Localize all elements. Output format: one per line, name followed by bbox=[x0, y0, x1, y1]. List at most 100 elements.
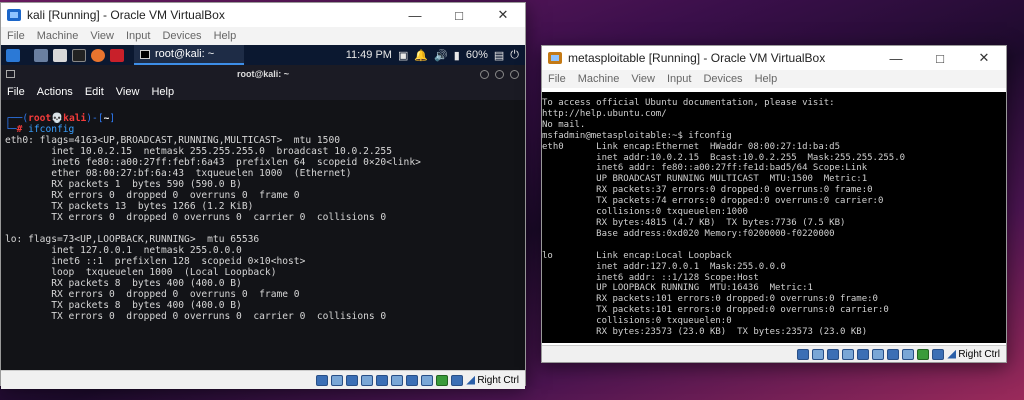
term-menu-file[interactable]: File bbox=[1, 86, 31, 98]
terminal-line: eth0 Link encap:Ethernet HWaddr 08:00:27… bbox=[542, 141, 841, 152]
menu-file[interactable]: File bbox=[542, 73, 572, 85]
term-menu-view[interactable]: View bbox=[110, 86, 146, 98]
terminal-minimize-icon[interactable] bbox=[480, 69, 489, 79]
terminal-line: No mail. bbox=[542, 119, 586, 130]
term-menu-help[interactable]: Help bbox=[145, 86, 180, 98]
virtualbox-icon bbox=[7, 9, 21, 21]
host-key-arrow-icon bbox=[466, 375, 476, 385]
terminal-line: RX errors 0 dropped 0 overruns 0 frame 0 bbox=[5, 190, 300, 201]
menu-devices[interactable]: Devices bbox=[156, 30, 207, 42]
cpu-icon[interactable] bbox=[436, 374, 449, 386]
display-status-icon[interactable] bbox=[406, 374, 419, 386]
shared-folder-icon[interactable] bbox=[391, 374, 404, 386]
meta-titlebar[interactable]: metasploitable [Running] - Oracle VM Vir… bbox=[542, 46, 1006, 70]
mouse-integration-icon[interactable] bbox=[932, 348, 945, 360]
kali-vm-window[interactable]: kali [Running] - Oracle VM VirtualBox — … bbox=[0, 2, 526, 389]
host-key[interactable]: Right Ctrl bbox=[466, 375, 519, 386]
menu-input[interactable]: Input bbox=[661, 73, 697, 85]
menu-view[interactable]: View bbox=[625, 73, 661, 85]
minimize-icon[interactable]: — bbox=[393, 3, 437, 27]
host-key[interactable]: Right Ctrl bbox=[947, 349, 1000, 360]
terminal-menubar: File Actions Edit View Help bbox=[1, 83, 525, 100]
terminal-close-icon[interactable] bbox=[510, 69, 519, 79]
terminal-line: inet6 addr: ::1/128 Scope:Host bbox=[542, 272, 759, 283]
close-icon[interactable]: ✕ bbox=[962, 46, 1006, 70]
menu-machine[interactable]: Machine bbox=[31, 30, 85, 42]
kali-menu-icon[interactable] bbox=[6, 48, 20, 62]
terminal-line: lo Link encap:Local Loopback bbox=[542, 250, 732, 261]
usb-icon[interactable] bbox=[376, 374, 389, 386]
recording-icon[interactable] bbox=[902, 348, 915, 360]
optical-icon[interactable] bbox=[331, 374, 344, 386]
app-icon[interactable] bbox=[110, 48, 124, 62]
terminal-line: http://help.ubuntu.com/ bbox=[542, 108, 667, 119]
volume-icon[interactable]: 🔊 bbox=[434, 49, 448, 62]
power-icon[interactable]: ⏻ bbox=[510, 49, 519, 62]
meta-output-lines: To access official Ubuntu documentation,… bbox=[542, 98, 1006, 343]
maximize-icon[interactable]: □ bbox=[918, 46, 962, 70]
terminal-line: RX errors 0 dropped 0 overruns 0 frame 0 bbox=[5, 289, 300, 300]
file-manager-icon[interactable] bbox=[53, 48, 67, 62]
menu-file[interactable]: File bbox=[1, 30, 31, 42]
audio-icon[interactable] bbox=[827, 348, 840, 360]
optical-icon[interactable] bbox=[812, 348, 825, 360]
menu-input[interactable]: Input bbox=[120, 30, 156, 42]
metasploitable-vm-window[interactable]: metasploitable [Running] - Oracle VM Vir… bbox=[541, 45, 1007, 363]
display-icon[interactable]: ▣ bbox=[398, 49, 408, 62]
terminal-line: UP BROADCAST RUNNING MULTICAST MTU:1500 … bbox=[542, 174, 868, 185]
term-menu-edit[interactable]: Edit bbox=[79, 86, 110, 98]
kali-titlebar[interactable]: kali [Running] - Oracle VM VirtualBox — … bbox=[1, 3, 525, 27]
terminal-line: TX errors 0 dropped 0 overruns 0 carrier… bbox=[5, 212, 387, 223]
terminal-line: RX packets 1 bytes 590 (590.0 B) bbox=[5, 179, 242, 190]
terminal-line: collisions:0 txqueuelen:0 bbox=[542, 316, 732, 327]
browser-icon[interactable] bbox=[91, 48, 105, 62]
kali-statusbar: Right Ctrl bbox=[1, 370, 525, 389]
terminal-header[interactable]: root@kali: ~ bbox=[1, 65, 525, 83]
terminal-line: inet6 ::1 prefixlen 128 scopeid 0×10<hos… bbox=[5, 256, 306, 267]
network-icon[interactable] bbox=[361, 374, 374, 386]
kali-terminal-output[interactable]: ┌──(root💀kali)-[~] └─# ifconfig eth0: flag… bbox=[1, 100, 525, 370]
notification-icon[interactable]: 🔔 bbox=[414, 49, 428, 62]
terminal-line: inet addr:10.0.2.15 Bcast:10.0.2.255 Mas… bbox=[542, 152, 906, 163]
network-icon[interactable] bbox=[842, 348, 855, 360]
meta-window-title: metasploitable [Running] - Oracle VM Vir… bbox=[568, 51, 826, 65]
usb-icon[interactable] bbox=[857, 348, 870, 360]
menu-machine[interactable]: Machine bbox=[572, 73, 626, 85]
prompt-line-1: ┌──(root💀kali)-[~] bbox=[5, 113, 116, 124]
mouse-integration-icon[interactable] bbox=[451, 374, 464, 386]
shared-folder-icon[interactable] bbox=[872, 348, 885, 360]
terminal-line: msfadmin@metasploitable:~$ ifconfig bbox=[542, 130, 732, 141]
taskbar-terminal-tab[interactable]: root@kali: ~ bbox=[134, 45, 245, 65]
lock-icon[interactable]: ▤ bbox=[494, 49, 504, 62]
terminal-line: ether 08:00:27:bf:6a:43 txqueuelen 1000 … bbox=[5, 168, 352, 179]
maximize-icon[interactable]: □ bbox=[437, 3, 481, 27]
display-status-icon[interactable] bbox=[887, 348, 900, 360]
hdd-icon[interactable] bbox=[316, 374, 329, 386]
terminal-line: RX bytes:23573 (23.0 KB) TX bytes:23573 … bbox=[542, 327, 868, 338]
terminal-launch-icon[interactable] bbox=[72, 48, 86, 62]
cpu-icon[interactable] bbox=[917, 348, 930, 360]
close-icon[interactable]: ✕ bbox=[481, 3, 525, 27]
term-menu-actions[interactable]: Actions bbox=[31, 86, 79, 98]
terminal-line: eth0: flags=4163<UP,BROADCAST,RUNNING,MU… bbox=[5, 135, 341, 146]
menu-help[interactable]: Help bbox=[749, 73, 784, 85]
hdd-icon[interactable] bbox=[797, 348, 810, 360]
terminal-line: inet6 fe80::a00:27ff:febf:6a43 prefixlen… bbox=[5, 157, 421, 168]
recording-icon[interactable] bbox=[421, 374, 434, 386]
terminal-line: To access official Ubuntu documentation,… bbox=[542, 98, 835, 108]
terminal-line: inet 10.0.2.15 netmask 255.255.255.0 bro… bbox=[5, 146, 392, 157]
workspace-icon[interactable] bbox=[34, 48, 48, 62]
menu-devices[interactable]: Devices bbox=[697, 73, 748, 85]
menu-view[interactable]: View bbox=[84, 30, 120, 42]
terminal-maximize-icon[interactable] bbox=[495, 69, 504, 79]
menu-help[interactable]: Help bbox=[208, 30, 243, 42]
audio-icon[interactable] bbox=[346, 374, 359, 386]
terminal-line: RX packets:101 errors:0 dropped:0 overru… bbox=[542, 294, 878, 305]
minimize-icon[interactable]: — bbox=[874, 46, 918, 70]
meta-console-output[interactable]: To access official Ubuntu documentation,… bbox=[542, 88, 1006, 345]
battery-icon[interactable]: ▮ bbox=[454, 49, 460, 62]
host-key-label: Right Ctrl bbox=[477, 374, 519, 386]
clock[interactable]: 11:49 PM bbox=[346, 49, 392, 61]
